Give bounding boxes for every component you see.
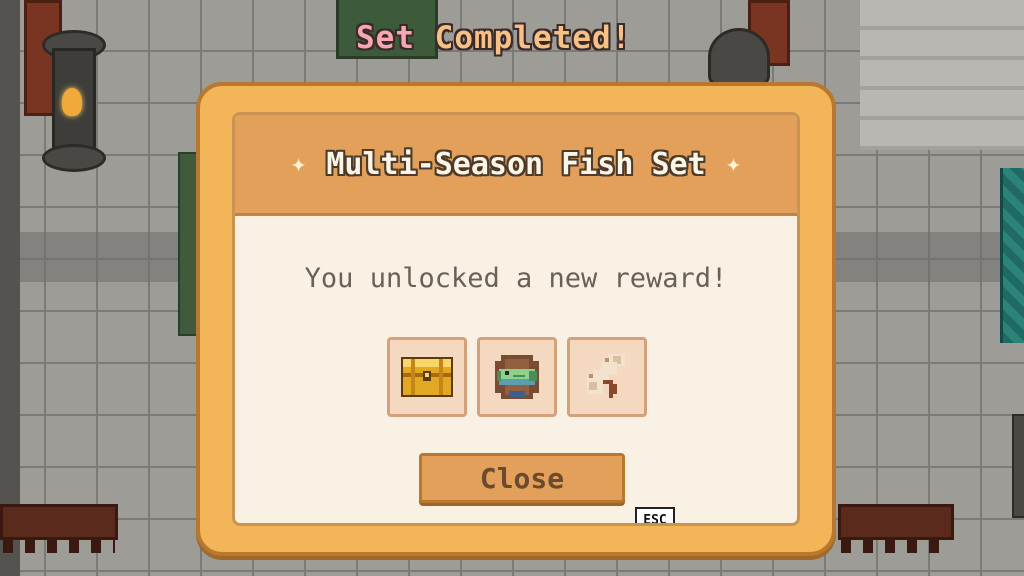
- flame-icon: [62, 88, 82, 116]
- dialog-title: Multi-Season Fish Set: [326, 146, 706, 182]
- treasure-chest-icon: [401, 357, 453, 397]
- reward-slots: [387, 337, 647, 417]
- dialog-panel: ✦ Multi-Season Fish Set ✦ You unlocked a…: [232, 112, 800, 526]
- left-wall: [0, 0, 20, 576]
- set-completed-notice: Set Completed!: [356, 20, 680, 64]
- stone-pillar: [708, 28, 770, 86]
- close-button[interactable]: Close: [419, 453, 625, 503]
- sparkle-icon: ✦: [290, 149, 307, 179]
- lamp-base: [42, 144, 106, 172]
- reward-message: You unlocked a new reward!: [304, 263, 728, 294]
- dialog-header: ✦ Multi-Season Fish Set ✦: [235, 115, 797, 216]
- notice-word-completed: Completed!: [434, 20, 632, 56]
- bench-right: [838, 504, 954, 553]
- sparkle-icon: ✦: [725, 149, 742, 179]
- right-wall-panel: [860, 0, 1024, 150]
- reward-slot-scroll[interactable]: [567, 337, 647, 417]
- reward-dialog: ✦ Multi-Season Fish Set ✦ You unlocked a…: [196, 82, 836, 556]
- bench-left: [0, 504, 118, 553]
- reward-slot-fish[interactable]: [477, 337, 557, 417]
- fish-icon: [495, 355, 539, 399]
- teal-rug: [1000, 168, 1024, 343]
- stone-pipe: [1012, 414, 1024, 518]
- lamp-pillar: [42, 30, 106, 172]
- reward-slot-chest[interactable]: [387, 337, 467, 417]
- notice-word-set: Set: [356, 20, 415, 56]
- esc-key-hint: ESC: [635, 507, 675, 523]
- scroll-icon: [587, 354, 625, 398]
